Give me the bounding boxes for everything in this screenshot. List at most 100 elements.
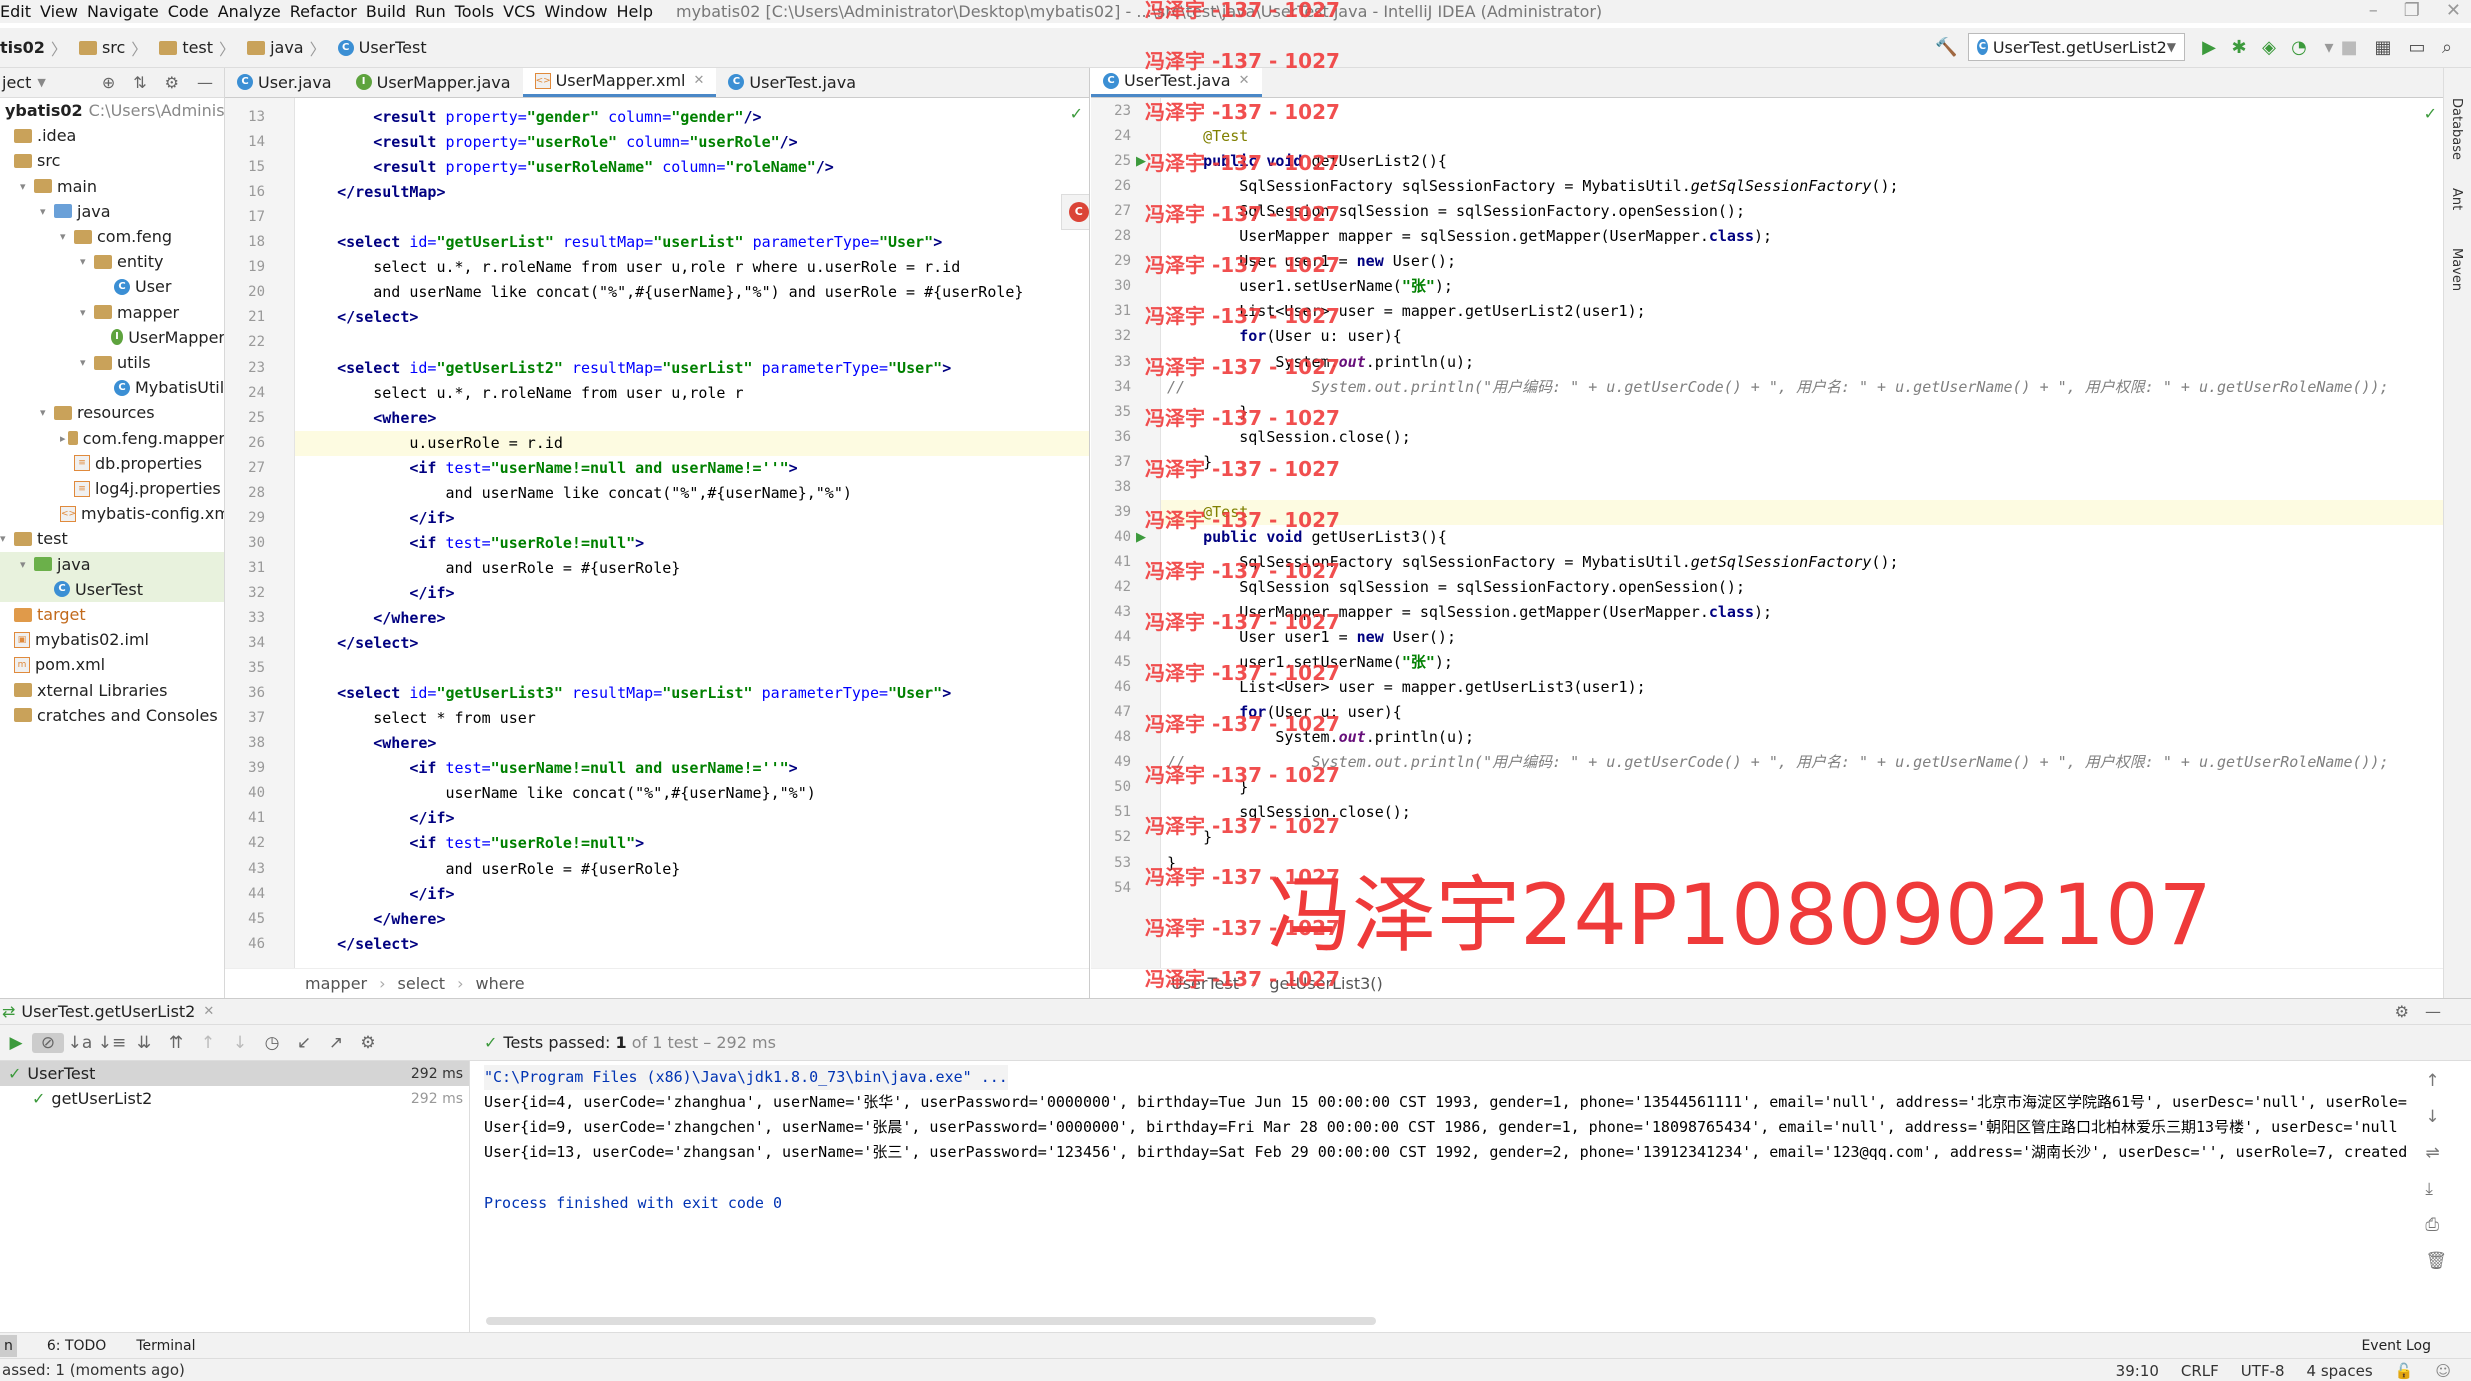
soft-wrap-icon[interactable]: ⇌ [2425, 1143, 2447, 1163]
inspector-icon[interactable]: ☺ [2435, 1362, 2451, 1380]
chrome-icon[interactable]: C [1068, 202, 1089, 222]
menu-item-refactor[interactable]: Refactor [290, 2, 366, 21]
presentation-icon[interactable]: ▭ [2406, 37, 2428, 59]
tree-item[interactable]: C User [0, 274, 224, 299]
tree-item[interactable]: ▾ entity [0, 249, 224, 274]
rerun-icon[interactable]: ▶ [0, 1033, 32, 1053]
sort-duration-icon[interactable]: ↓≡ [96, 1033, 128, 1053]
editor-breadcrumb-item[interactable]: select [398, 974, 446, 993]
tree-item[interactable]: C MybatisUtil [0, 375, 224, 400]
horizontal-scrollbar[interactable] [486, 1317, 1376, 1325]
gear-icon[interactable]: ⚙ [165, 73, 179, 92]
tree-item[interactable]: ▸ com.feng.mapper [0, 426, 224, 451]
tree-item[interactable]: C UserTest [0, 576, 224, 602]
tree-item[interactable]: xternal Libraries [0, 678, 224, 703]
tool-window-database[interactable]: Database [2449, 98, 2464, 160]
tree-item[interactable]: cratches and Consoles [0, 703, 224, 728]
tree-item[interactable]: m pom.xml [0, 652, 224, 677]
minimize-icon[interactable]: – [2369, 0, 2378, 21]
editor-tab[interactable]: I UserMapper.java [344, 68, 523, 97]
trash-icon[interactable]: 🗑 [2425, 1251, 2447, 1271]
menu-item-analyze[interactable]: Analyze [218, 2, 290, 21]
close-icon[interactable]: ✕ [2446, 0, 2461, 21]
menu-item-window[interactable]: Window [544, 2, 616, 21]
close-icon[interactable]: ✕ [694, 73, 705, 88]
import-icon[interactable]: ↙ [288, 1033, 320, 1053]
run-tab-label[interactable]: UserTest.getUserList2 [21, 1002, 195, 1021]
editor-breadcrumb-item[interactable]: mapper [305, 974, 367, 993]
console-output[interactable]: "C:\Program Files (x86)\Java\jdk1.8.0_73… [470, 1061, 2410, 1333]
project-panel-title[interactable]: ject [2, 73, 31, 92]
collapse-icon[interactable]: ⇅ [133, 73, 146, 92]
tool-window-ant[interactable]: Ant [2449, 188, 2464, 210]
event-log-button[interactable]: Event Log [2361, 1338, 2431, 1354]
tool-window-button[interactable]: 6: TODO [47, 1338, 106, 1354]
tree-item[interactable]: ▾ java [0, 551, 224, 577]
tree-item[interactable]: ▾ test [0, 526, 224, 551]
tree-item[interactable]: I UserMapper [0, 325, 224, 350]
chevron-down-icon[interactable]: ▾ [0, 532, 14, 545]
menu-item-help[interactable]: Help [617, 2, 662, 21]
debug-icon[interactable]: ✱ [2228, 37, 2250, 59]
chevron-down-icon[interactable]: ▾ [80, 306, 94, 319]
history-icon[interactable]: ◷ [256, 1033, 288, 1053]
tree-item[interactable]: ▾ utils [0, 350, 224, 375]
prev-failed-icon[interactable]: ↑ [192, 1033, 224, 1053]
breadcrumb-item[interactable]: java 〉 [247, 36, 332, 60]
chevron-down-icon[interactable]: ▾ [40, 406, 54, 419]
scroll-end-icon[interactable]: ⤓ [2425, 1179, 2447, 1199]
chevron-down-icon[interactable]: ▾ [20, 558, 34, 571]
breadcrumb-item[interactable]: test 〉 [159, 36, 241, 60]
tool-window-button[interactable]: Terminal [136, 1338, 195, 1354]
editor-tab[interactable]: C User.java [225, 68, 344, 97]
expand-all-icon[interactable]: ⇊ [128, 1033, 160, 1053]
chevron-down-icon[interactable]: ▾ [80, 356, 94, 369]
tree-item[interactable]: ▾ java [0, 199, 224, 224]
locate-icon[interactable]: ⊕ [102, 73, 115, 92]
coverage-icon[interactable]: ◈ [2258, 37, 2280, 59]
up-icon[interactable]: ↑ [2425, 1071, 2447, 1091]
breadcrumb-item[interactable]: tis02 〉 [0, 36, 73, 60]
tree-item[interactable]: ybatis02 C:\Users\Administrat [0, 98, 224, 123]
tree-item[interactable]: ≡ log4j.properties [0, 476, 224, 501]
collapse-all-icon[interactable]: ⇈ [160, 1033, 192, 1053]
breadcrumb-item[interactable]: src 〉 [78, 36, 153, 60]
test-tree-item[interactable]: ✓ UserTest 292 ms [0, 1061, 469, 1086]
tree-item[interactable]: ▾ com.feng [0, 224, 224, 249]
editor-tab[interactable]: C UserTest.java [716, 68, 868, 97]
indent-setting[interactable]: 4 spaces [2307, 1362, 2373, 1380]
tree-item[interactable]: ▾ main [0, 174, 224, 199]
hide-icon[interactable]: — [2425, 1002, 2441, 1021]
file-encoding[interactable]: UTF-8 [2241, 1362, 2285, 1380]
editor-tab[interactable]: <> UserMapper.xml ✕ [522, 68, 717, 97]
menu-item-vcs[interactable]: VCS [503, 2, 544, 21]
chevron-down-icon[interactable]: ▾ [20, 180, 34, 193]
sort-alpha-icon[interactable]: ↓a [64, 1033, 96, 1053]
project-structure-icon[interactable]: ▦ [2372, 37, 2394, 59]
menu-item-tools[interactable]: Tools [455, 2, 503, 21]
run-config-select[interactable]: C UserTest.getUserList2 ▼ [1968, 33, 2185, 61]
caret-position[interactable]: 39:10 [2116, 1362, 2159, 1380]
menu-item-code[interactable]: Code [168, 2, 218, 21]
menu-item-view[interactable]: View [40, 2, 87, 21]
close-icon[interactable]: ✕ [1239, 73, 1250, 88]
next-failed-icon[interactable]: ↓ [224, 1033, 256, 1053]
print-icon[interactable]: ⎙ [2425, 1215, 2447, 1235]
search-icon[interactable]: ⌕ [2436, 37, 2458, 59]
settings-icon[interactable]: ⚙ [352, 1033, 384, 1053]
tool-window-button[interactable]: n [0, 1334, 17, 1357]
tree-item[interactable]: ▾ resources [0, 400, 224, 425]
editor-breadcrumb-item[interactable]: where [475, 974, 524, 993]
tree-item[interactable]: <> mybatis-config.xml [0, 501, 224, 526]
tree-item[interactable]: target [0, 602, 224, 627]
test-tree-item[interactable]: ✓ getUserList2 292 ms [0, 1086, 469, 1111]
profile-icon[interactable]: ◔ [2288, 37, 2310, 59]
export-icon[interactable]: ↗ [320, 1033, 352, 1053]
run-icon[interactable]: ▶ [2198, 37, 2220, 59]
tree-item[interactable]: .idea [0, 123, 224, 148]
tree-item[interactable]: ▣ mybatis02.iml [0, 627, 224, 652]
tool-window-maven[interactable]: Maven [2449, 248, 2464, 291]
down-icon[interactable]: ↓ [2425, 1107, 2447, 1127]
chevron-down-icon[interactable]: ▾ [80, 255, 94, 268]
chevron-down-icon[interactable]: ▾ [60, 230, 74, 243]
